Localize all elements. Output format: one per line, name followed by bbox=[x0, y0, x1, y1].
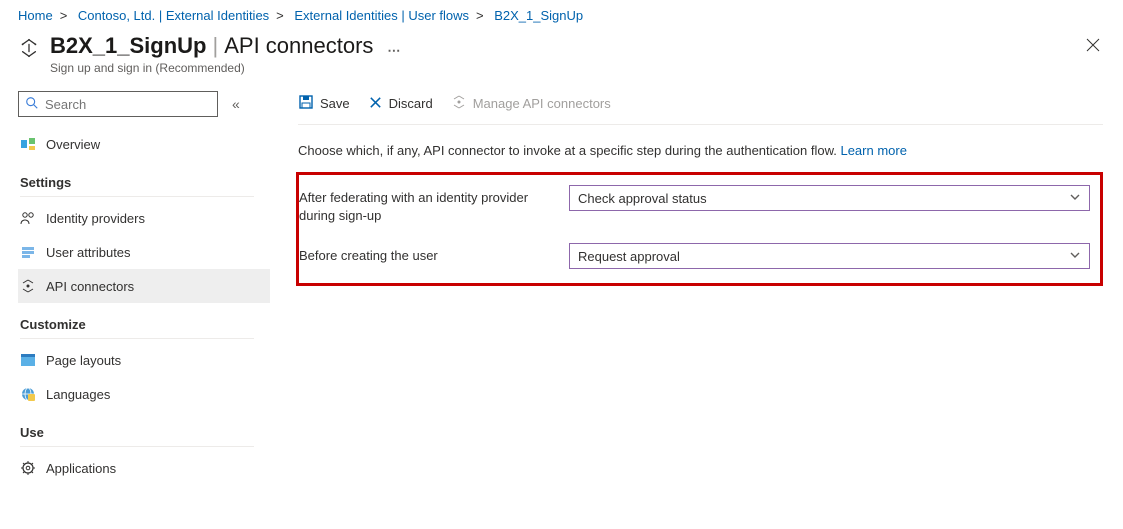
crumb-current[interactable]: B2X_1_SignUp bbox=[494, 8, 583, 23]
main-content: Save Discard Manage API connectors Choos… bbox=[272, 85, 1123, 485]
page-header: B2X_1_SignUp|API connectors Sign up and … bbox=[0, 27, 1123, 85]
sidebar-item-overview[interactable]: Overview bbox=[18, 127, 270, 161]
discard-button[interactable]: Discard bbox=[368, 95, 433, 113]
api-icon bbox=[451, 94, 467, 113]
sidebar-item-applications[interactable]: Applications bbox=[18, 451, 270, 485]
gear-icon bbox=[20, 460, 36, 476]
save-button[interactable]: Save bbox=[298, 94, 350, 113]
before-creating-label: Before creating the user bbox=[299, 243, 569, 265]
after-federating-label: After federating with an identity provid… bbox=[299, 185, 569, 225]
chevron-down-icon bbox=[1069, 249, 1081, 264]
crumb-contoso[interactable]: Contoso, Ltd. | External Identities bbox=[78, 8, 269, 23]
search-field[interactable] bbox=[45, 97, 211, 112]
sidebar-item-api-connectors[interactable]: API connectors bbox=[18, 269, 270, 303]
page-subtitle: Sign up and sign in (Recommended) bbox=[50, 61, 373, 75]
section-use: Use bbox=[20, 425, 254, 447]
form-row-before-creating: Before creating the user Request approva… bbox=[299, 243, 1090, 269]
section-customize: Customize bbox=[20, 317, 254, 339]
sidebar-item-page-layouts[interactable]: Page layouts bbox=[18, 343, 270, 377]
sidebar-item-languages[interactable]: Languages bbox=[18, 377, 270, 411]
learn-more-link[interactable]: Learn more bbox=[840, 143, 906, 158]
api-icon bbox=[20, 278, 36, 294]
sidebar-item-label: User attributes bbox=[46, 245, 131, 260]
sidebar-item-label: API connectors bbox=[46, 279, 134, 294]
sidebar-item-label: Overview bbox=[46, 137, 100, 152]
sidebar-item-identity-providers[interactable]: Identity providers bbox=[18, 201, 270, 235]
sidebar: « Overview Settings Identity providers U… bbox=[0, 85, 272, 485]
sidebar-item-user-attributes[interactable]: User attributes bbox=[18, 235, 270, 269]
save-icon bbox=[298, 94, 314, 113]
close-button[interactable] bbox=[1085, 37, 1101, 56]
section-settings: Settings bbox=[20, 175, 254, 197]
highlighted-section: After federating with an identity provid… bbox=[296, 172, 1103, 286]
sidebar-item-label: Languages bbox=[46, 387, 110, 402]
after-federating-select[interactable]: Check approval status bbox=[569, 185, 1090, 211]
chevron-down-icon bbox=[1069, 191, 1081, 206]
search-icon bbox=[25, 96, 39, 113]
breadcrumb: Home> Contoso, Ltd. | External Identitie… bbox=[0, 0, 1123, 27]
globe-icon bbox=[20, 386, 36, 402]
people-icon bbox=[20, 210, 36, 226]
toolbar: Save Discard Manage API connectors bbox=[298, 85, 1103, 125]
form-row-after-federating: After federating with an identity provid… bbox=[299, 185, 1090, 225]
before-creating-select[interactable]: Request approval bbox=[569, 243, 1090, 269]
overview-icon bbox=[20, 136, 36, 152]
sidebar-item-label: Identity providers bbox=[46, 211, 145, 226]
manage-connectors-button: Manage API connectors bbox=[451, 94, 611, 113]
description-text: Choose which, if any, API connector to i… bbox=[298, 143, 1103, 158]
crumb-home[interactable]: Home bbox=[18, 8, 53, 23]
discard-icon bbox=[368, 95, 383, 113]
sidebar-item-label: Applications bbox=[46, 461, 116, 476]
search-input[interactable] bbox=[18, 91, 218, 117]
layouts-icon bbox=[20, 352, 36, 368]
page-title: B2X_1_SignUp|API connectors bbox=[50, 33, 373, 59]
userflow-icon bbox=[18, 37, 40, 59]
collapse-sidebar-button[interactable]: « bbox=[232, 96, 240, 112]
crumb-userflows[interactable]: External Identities | User flows bbox=[294, 8, 469, 23]
attributes-icon bbox=[20, 244, 36, 260]
more-button[interactable]: ⋯ bbox=[387, 43, 401, 59]
sidebar-item-label: Page layouts bbox=[46, 353, 121, 368]
